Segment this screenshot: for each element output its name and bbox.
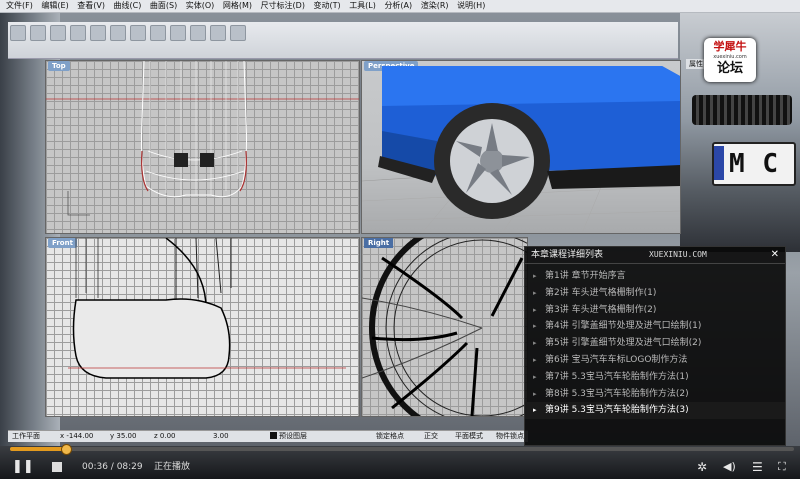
menu-item-render[interactable]: 渲染(R) [421,0,449,12]
lesson-item[interactable]: 第3讲 车头进气格栅制作(2) [525,302,785,319]
toolbar-icon[interactable] [190,25,206,41]
viewport-top[interactable]: Top [45,60,360,234]
menu-item-edit[interactable]: 编辑(E) [41,0,68,12]
panel-header: 本章课程详细列表 XUEXINIU.COM ✕ [525,247,785,264]
properties-tab[interactable]: 属性 [686,59,706,69]
status-osnap[interactable]: 物件锁点 [496,431,524,442]
status-layer[interactable]: 预设图层 [270,431,307,442]
settings-icon[interactable]: ✲ [697,458,707,476]
playback-status: 正在播放 [154,462,191,472]
car-top-wireframe [46,61,359,216]
pause-icon[interactable]: ❚❚ [12,458,34,476]
lesson-item[interactable]: 第7讲 5.3宝马汽车轮胎制作方法(1) [525,369,785,386]
toolbar-icon[interactable] [10,25,26,41]
progress-fill [10,447,66,451]
progress-bar[interactable] [10,444,794,455]
status-planar[interactable]: 平面模式 [455,431,483,442]
menu-item-dimension[interactable]: 尺寸标注(D) [261,0,305,12]
volume-icon[interactable]: ◀) [723,458,736,476]
fullscreen-icon[interactable]: ⛶ [778,458,786,476]
toolbar-icon[interactable] [90,25,106,41]
toolbar-icon[interactable] [230,25,246,41]
close-icon[interactable]: ✕ [771,247,779,263]
menu-item-analyze[interactable]: 分析(A) [384,0,412,12]
toolbar-icon[interactable] [30,25,46,41]
menu-item-tools[interactable]: 工具(L) [349,0,376,12]
toolbar [8,22,678,59]
status-snap[interactable]: 锁定格点 [376,431,404,442]
time-display: 00:36 / 08:29 [82,462,143,472]
status-number: 3.00 [213,432,229,440]
toolbar-icon[interactable] [110,25,126,41]
menu-bar: 文件(F) 编辑(E) 查看(V) 曲线(C) 曲面(S) 实体(O) 网格(M… [0,0,800,13]
toolbar-icon[interactable] [70,25,86,41]
xuexiniu-logo: 学犀牛 xuexiniu.com 论坛 [704,38,756,82]
menu-item-transform[interactable]: 变动(T) [314,0,341,12]
viewport-right[interactable]: Right [361,237,528,417]
stop-icon[interactable] [52,458,62,477]
car-front-wireframe [68,238,346,379]
lesson-list: 第1讲 章节开始序言 第2讲 车头进气格栅制作(1) 第3讲 车头进气格栅制作(… [525,268,785,420]
toolbar-icon[interactable] [170,25,186,41]
playlist-icon[interactable]: ☰ [752,458,763,476]
license-plate: M C [712,142,796,186]
toolbar-icon[interactable] [210,25,226,41]
status-x: x -144.00 [60,432,94,440]
status-z: z 0.00 [154,432,176,440]
menu-item-curve[interactable]: 曲线(C) [114,0,142,12]
toolbar-icon[interactable] [150,25,166,41]
lesson-item[interactable]: 第5讲 引擎盖细节处理及进气口绘制(2) [525,335,785,352]
lesson-item[interactable]: 第1讲 章节开始序言 [525,268,785,285]
toolbar-icon[interactable] [130,25,146,41]
status-ortho[interactable]: 正交 [424,431,438,442]
progress-handle[interactable] [60,444,72,455]
menu-item-view[interactable]: 查看(V) [77,0,105,12]
layer-color-swatch [270,432,277,439]
menu-item-solid[interactable]: 实体(O) [186,0,215,12]
toolbar-icon[interactable] [50,25,66,41]
car-perspective-render [362,66,680,233]
menu-item-help[interactable]: 说明(H) [457,0,485,12]
lesson-item[interactable]: 第8讲 5.3宝马汽车轮胎制作方法(2) [525,386,785,403]
player-controls: ❚❚ 00:36 / 08:29 正在播放 ✲ ◀) ☰ ⛶ [0,455,800,479]
logo-forum: 论坛 [716,61,743,76]
license-plate-eu-band [714,146,724,180]
menu-item-mesh[interactable]: 网格(M) [223,0,252,12]
car-grille [692,95,792,125]
panel-title: 本章课程详细列表 [531,250,604,260]
menu-item-file[interactable]: 文件(F) [6,0,33,12]
lesson-item[interactable]: 第6讲 宝马汽车车标LOGO制作方法 [525,352,785,369]
lesson-item-active[interactable]: 第9讲 5.3宝马汽车轮胎制作方法(3) [525,402,785,420]
wheel-right-wireframe [362,238,527,416]
menu-item-surface[interactable]: 曲面(S) [150,0,177,12]
status-bar: 工作平面 x -144.00 y 35.00 z 0.00 3.00 预设图层 … [8,430,528,442]
lesson-item[interactable]: 第2讲 车头进气格栅制作(1) [525,285,785,302]
course-list-panel: 本章课程详细列表 XUEXINIU.COM ✕ 第1讲 章节开始序言 第2讲 车… [524,246,786,446]
panel-site: XUEXINIU.COM [649,250,707,259]
viewport-front[interactable]: Front [45,237,360,417]
status-plane: 工作平面 [12,432,40,440]
lesson-item[interactable]: 第4讲 引擎盖细节处理及进气口绘制(1) [525,318,785,335]
logo-title: 学犀牛 [713,40,747,53]
viewport-perspective[interactable]: Perspective [361,60,681,234]
status-y: y 35.00 [110,432,137,440]
